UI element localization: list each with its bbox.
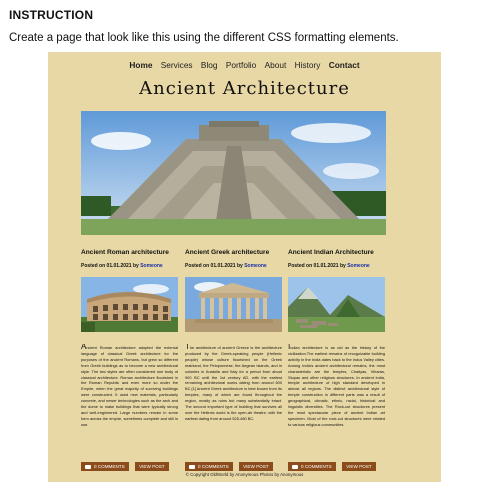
posted-label: Posted on 01.01.2021 by — [185, 263, 243, 269]
article-roman: Ancient Roman architecture Posted on 01.… — [81, 249, 178, 472]
comments-button[interactable]: 0 COMMENTS — [288, 462, 336, 471]
colosseum-image — [81, 277, 178, 332]
article-meta: Posted on 01.01.2021 by Someone — [288, 263, 385, 271]
nav-home[interactable]: Home — [129, 60, 152, 70]
instruction-text: Create a page that look like this using … — [9, 32, 399, 44]
machu-picchu-image — [288, 277, 385, 332]
author-link[interactable]: Someone — [140, 263, 163, 269]
article-actions: 0 COMMENTS VIEW POST — [81, 462, 178, 472]
view-post-button[interactable]: VIEW POST — [135, 462, 169, 471]
article-actions: 0 COMMENTS VIEW POST — [185, 462, 282, 472]
page-mockup: Home Services Blog Portfolio About Histo… — [48, 52, 441, 482]
comment-icon — [292, 464, 298, 469]
nav-contact[interactable]: Contact — [329, 60, 360, 70]
footer-copyright: © Copyright OldWorld by Anonymous Photos… — [185, 472, 304, 477]
author-link[interactable]: Someone — [244, 263, 267, 269]
comments-label: 0 COMMENTS — [198, 464, 229, 469]
article-title[interactable]: Ancient Greek architecture — [185, 249, 282, 259]
article-actions: 0 COMMENTS VIEW POST — [288, 462, 385, 472]
site-title: Ancient Architecture — [139, 78, 350, 99]
nav-bar: Home Services Blog Portfolio About Histo… — [48, 60, 441, 70]
view-post-button[interactable]: VIEW POST — [239, 462, 273, 471]
article-body: Ancient Roman architecture adopted the e… — [81, 344, 178, 427]
posted-label: Posted on 01.01.2021 by — [81, 263, 139, 269]
article-meta: Posted on 01.01.2021 by Someone — [185, 263, 282, 271]
article-meta: Posted on 01.01.2021 by Someone — [81, 263, 178, 271]
article-title[interactable]: Ancient Roman architecture — [81, 249, 178, 259]
comments-label: 0 COMMENTS — [94, 464, 125, 469]
article-indian: Ancient Indian Architecture Posted on 01… — [288, 249, 385, 472]
nav-services[interactable]: Services — [161, 60, 193, 70]
article-title[interactable]: Ancient Indian Architecture — [288, 249, 385, 259]
article-greek: Ancient Greek architecture Posted on 01.… — [185, 249, 282, 472]
instruction-heading: INSTRUCTION — [9, 8, 94, 22]
nav-portfolio[interactable]: Portfolio — [226, 60, 256, 70]
comments-button[interactable]: 0 COMMENTS — [81, 462, 129, 471]
author-link[interactable]: Someone — [347, 263, 370, 269]
comment-icon — [85, 464, 91, 469]
view-post-button[interactable]: VIEW POST — [342, 462, 376, 471]
comments-button[interactable]: 0 COMMENTS — [185, 462, 233, 471]
comments-label: 0 COMMENTS — [301, 464, 332, 469]
nav-history[interactable]: History — [295, 60, 321, 70]
hero-image-chichen-itza — [81, 111, 386, 235]
article-body: The architecture of ancient Greece is th… — [185, 344, 282, 421]
comment-icon — [189, 464, 195, 469]
parthenon-image — [185, 277, 282, 332]
article-body: Indian architecture is as old as the his… — [288, 344, 385, 427]
nav-blog[interactable]: Blog — [201, 60, 218, 70]
nav-about[interactable]: About — [265, 60, 287, 70]
posted-label: Posted on 01.01.2021 by — [288, 263, 346, 269]
